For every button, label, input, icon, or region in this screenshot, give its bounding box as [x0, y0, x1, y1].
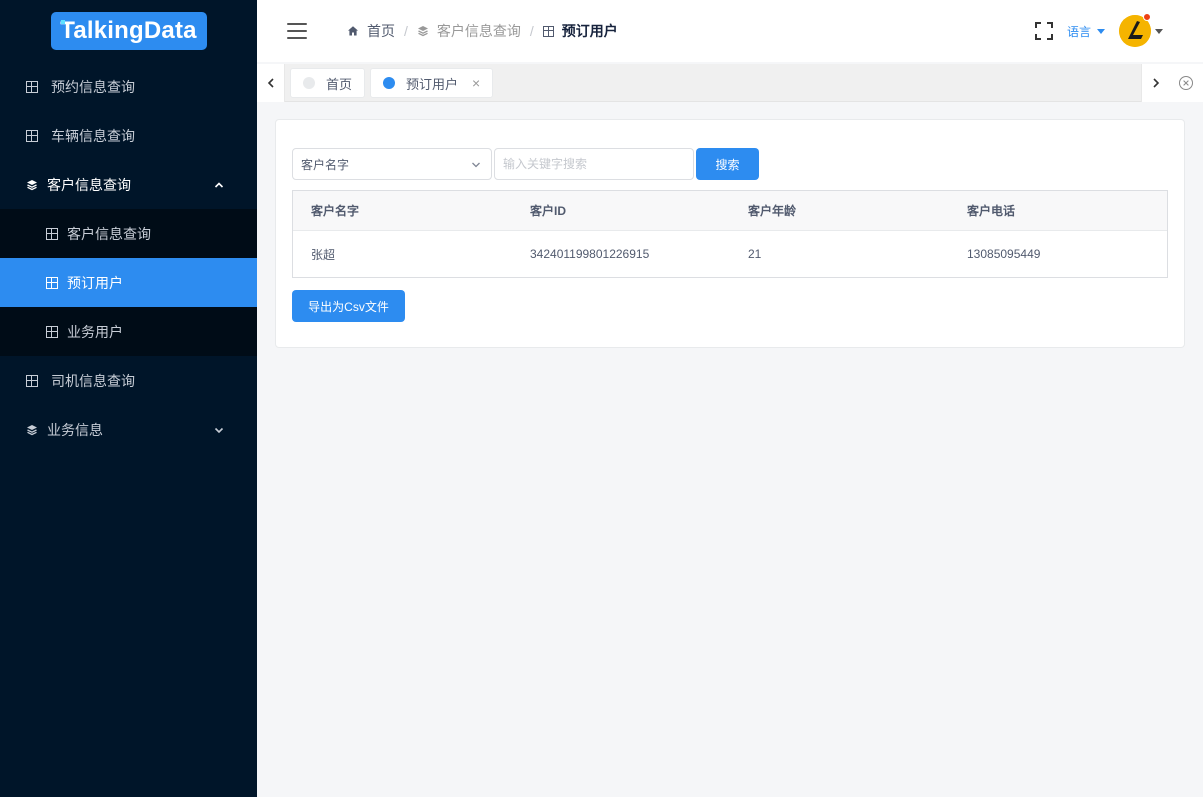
- home-icon: [348, 26, 358, 36]
- layers-icon: [417, 26, 428, 37]
- chevron-right-icon: [1152, 78, 1159, 88]
- grid-icon: [46, 227, 58, 240]
- table-body: 张超 342401199801226915 21 13085095449: [293, 231, 1167, 277]
- notification-badge: [1143, 13, 1151, 21]
- breadcrumb-home[interactable]: 首页: [347, 21, 395, 41]
- user-menu[interactable]: [1119, 13, 1163, 47]
- grid-icon: [26, 80, 38, 93]
- top-header: 首页 / 客户信息查询 / 预订用户 语言: [257, 0, 1203, 62]
- grid-icon: [46, 325, 58, 338]
- layers-icon: [27, 179, 37, 190]
- column-header: 客户电话: [967, 204, 1016, 218]
- logo-dot: [60, 20, 65, 24]
- caret-down-icon: [1155, 28, 1163, 34]
- customer-table: 客户名字 客户ID 客户年龄 客户电话 张超 34240119980122691…: [292, 190, 1168, 278]
- sidebar-item-label: 预约信息查询: [51, 78, 135, 95]
- sidebar-item-label: 业务用户: [67, 323, 123, 340]
- header-actions: 语言: [1034, 0, 1163, 62]
- fullscreen-icon[interactable]: [1034, 22, 1053, 40]
- layers-icon: [27, 424, 37, 435]
- breadcrumb-separator: /: [404, 23, 408, 39]
- select-value: 客户名字: [301, 157, 350, 172]
- column-header: 客户名字: [311, 204, 360, 218]
- grid-icon: [46, 276, 58, 289]
- breadcrumb: 首页 / 客户信息查询 / 预订用户: [347, 21, 618, 41]
- sidebar-item-customer[interactable]: 客户信息查询: [0, 160, 257, 209]
- table-cell: 21: [748, 247, 762, 261]
- column-header: 客户年龄: [748, 204, 797, 218]
- logo-text: TalkingData: [60, 17, 197, 44]
- tags-list: 首页 预订用户 ×: [290, 68, 498, 98]
- sidebar-item-label: 客户信息查询: [47, 176, 131, 193]
- table-cell: 13085095449: [967, 247, 1041, 261]
- chevron-down-icon: [472, 162, 480, 168]
- tags-scroll-left-button[interactable]: [257, 64, 285, 102]
- language-dropdown[interactable]: 语言: [1067, 23, 1105, 40]
- sidebar-item-label: 预订用户: [67, 274, 123, 291]
- grid-icon: [26, 129, 38, 142]
- caret-down-icon: [1097, 28, 1105, 34]
- sidebar-item-business-users[interactable]: 业务用户: [0, 307, 257, 356]
- chevron-left-icon: [267, 78, 274, 88]
- customer-submenu: 客户信息查询 预订用户 业务用户: [0, 209, 257, 356]
- grid-icon: [26, 374, 38, 387]
- export-csv-button[interactable]: 导出为Csv文件: [292, 290, 405, 322]
- breadcrumb-separator: /: [529, 23, 534, 39]
- tag-booking-users[interactable]: 预订用户 ×: [370, 68, 494, 98]
- tag-home[interactable]: 首页: [290, 68, 366, 98]
- search-button[interactable]: 搜索: [696, 148, 759, 180]
- grid-icon: [542, 25, 554, 37]
- sidebar-item-customer-query[interactable]: 客户信息查询: [0, 209, 257, 258]
- chevron-up-icon: [214, 181, 224, 188]
- language-label: 语言: [1066, 24, 1091, 39]
- search-field-select[interactable]: 客户名字: [292, 148, 492, 180]
- close-circle-icon: [1179, 76, 1193, 90]
- sidebar-item-appointment[interactable]: 预约信息查询: [0, 62, 257, 111]
- talkingdata-logo[interactable]: TalkingData: [50, 12, 207, 50]
- sidebar-item-label: 客户信息查询: [67, 225, 151, 242]
- tags-scroll-right-button[interactable]: [1141, 64, 1169, 102]
- tags-bar: 首页 预订用户 ×: [257, 64, 1203, 102]
- sidebar: TalkingData 预约信息查询 车辆信息查询 客户信息查询 客户信息查询 …: [0, 0, 257, 797]
- column-header: 客户ID: [530, 204, 567, 218]
- logo-area: TalkingData: [0, 0, 257, 62]
- breadcrumb-current: 预订用户: [542, 21, 618, 41]
- search-input[interactable]: [494, 148, 694, 180]
- menu-toggle-icon[interactable]: [287, 23, 307, 39]
- close-icon[interactable]: ×: [472, 75, 480, 91]
- table-cell: 张超: [311, 247, 336, 262]
- tag-dot: [383, 77, 396, 89]
- close-all-tags-button[interactable]: [1169, 64, 1203, 102]
- tag-dot: [303, 77, 315, 89]
- table-header: 客户名字 客户ID 客户年龄 客户电话: [293, 191, 1167, 231]
- sidebar-item-label: 司机信息查询: [51, 372, 135, 389]
- content-card: 客户名字 搜索 客户名字 客户ID 客户年龄 客户电话 张超 342401199…: [275, 119, 1185, 348]
- search-bar: 客户名字 搜索: [292, 148, 759, 180]
- table-row[interactable]: 张超 342401199801226915 21 13085095449: [293, 231, 1167, 277]
- sidebar-item-label: 车辆信息查询: [51, 127, 135, 144]
- sidebar-item-vehicle[interactable]: 车辆信息查询: [0, 111, 257, 160]
- breadcrumb-customer[interactable]: 客户信息查询: [417, 21, 521, 41]
- sidebar-item-driver[interactable]: 司机信息查询: [0, 356, 257, 405]
- chevron-down-icon: [214, 427, 224, 433]
- sidebar-item-booking-users[interactable]: 预订用户: [0, 258, 257, 307]
- sidebar-item-business-info[interactable]: 业务信息: [0, 405, 257, 454]
- table-cell: 342401199801226915: [530, 247, 650, 261]
- sidebar-item-label: 业务信息: [47, 421, 103, 438]
